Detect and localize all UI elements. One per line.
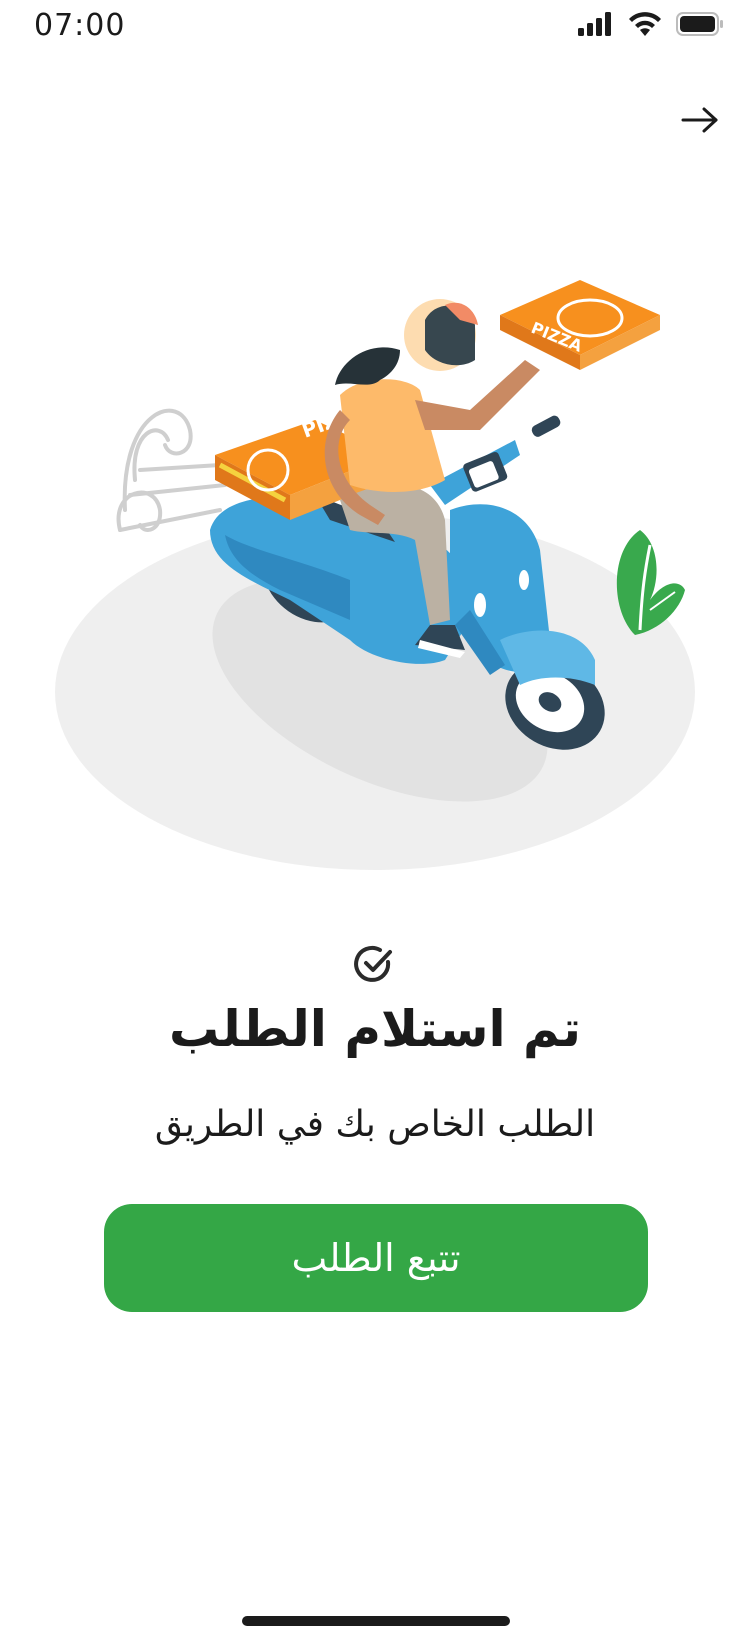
page-title: تم استلام الطلب [168, 1000, 582, 1058]
status-bar: 07:00 [0, 0, 750, 52]
pizza-box-raised: PIZZA [500, 280, 660, 370]
battery-icon [676, 12, 723, 36]
status-icons [578, 12, 724, 36]
wifi-icon [629, 12, 661, 36]
delivery-scooter-illustration: PIZZA PIZZA [55, 280, 695, 870]
arrow-right-icon [681, 107, 718, 133]
home-indicator[interactable] [242, 1616, 510, 1626]
check-circle-icon [354, 946, 392, 982]
track-order-button[interactable]: تتبع الطلب [104, 1204, 648, 1312]
signal-icon [578, 12, 611, 36]
plant-icon [616, 530, 685, 635]
status-message: الطلب الخاص بك في الطريق [154, 1104, 596, 1145]
back-button[interactable] [678, 98, 722, 142]
status-time: 07:00 [34, 8, 126, 43]
